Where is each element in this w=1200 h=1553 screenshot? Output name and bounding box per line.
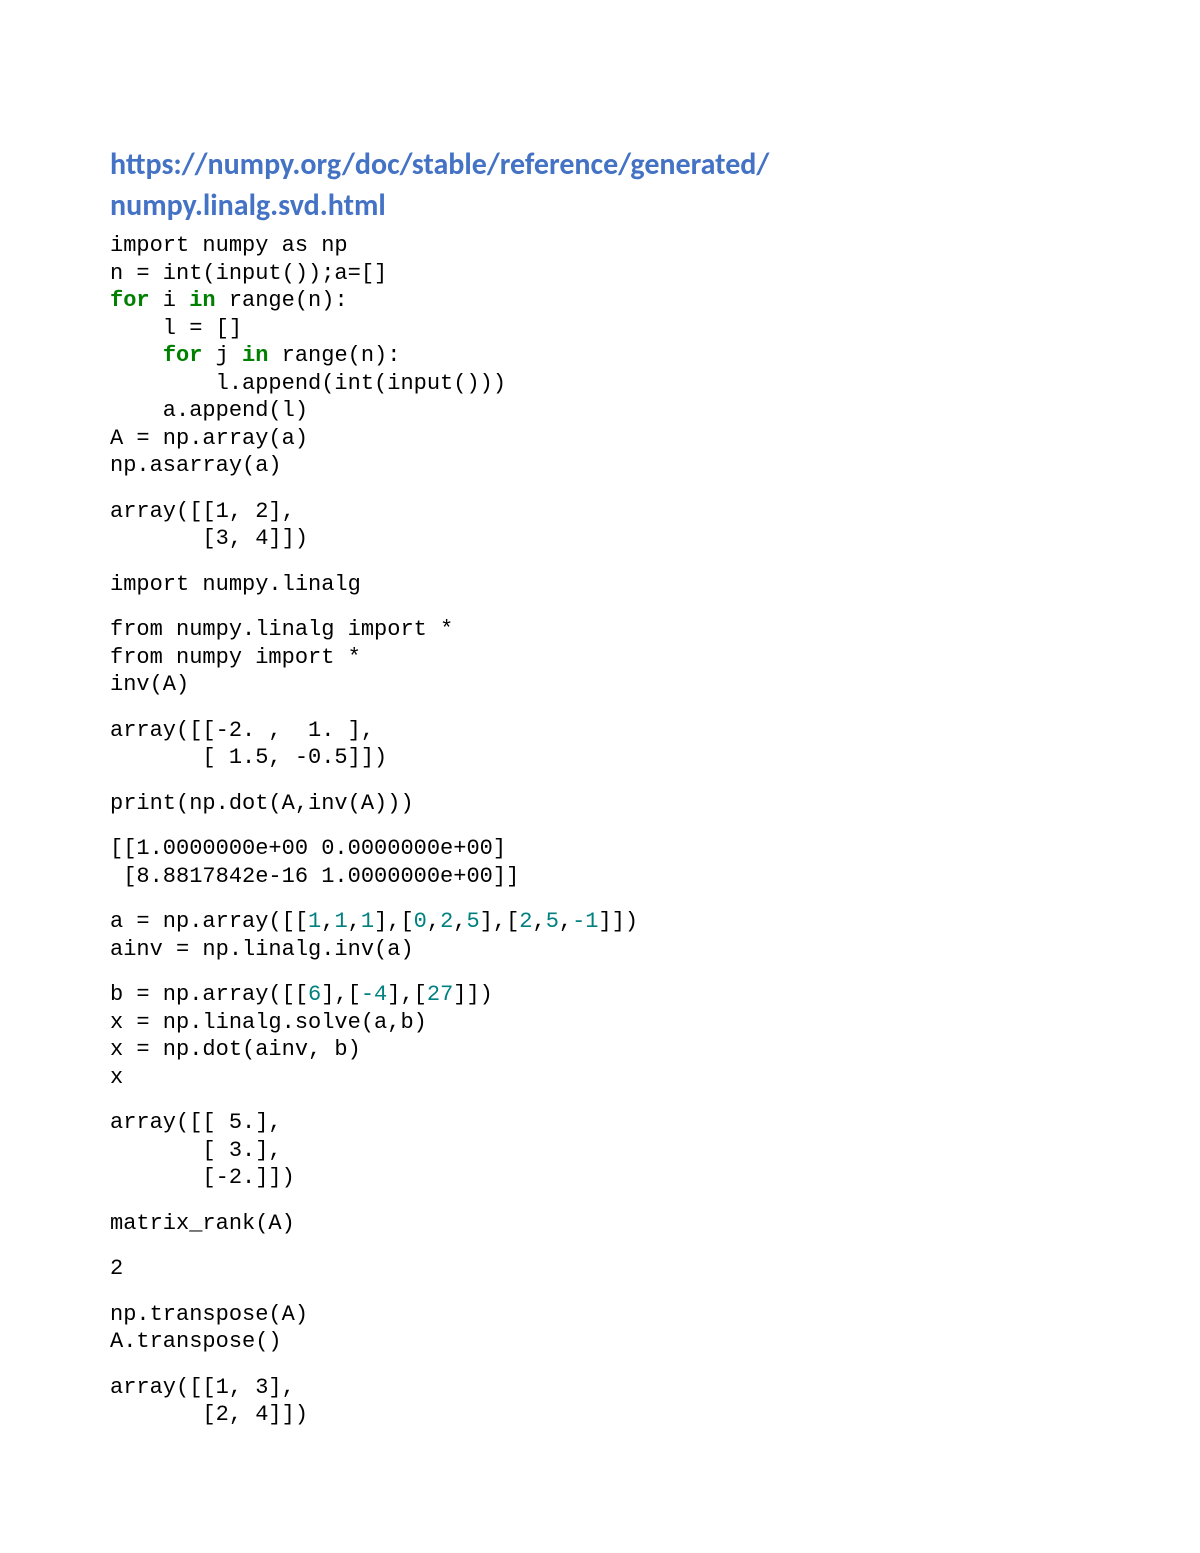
code-line: x = np.dot(ainv, b) [110,1037,361,1062]
code-line: l = [] [110,316,242,341]
code-line: [3, 4]]) [110,526,308,551]
heading-link[interactable]: https://numpy.org/doc/stable/reference/g… [110,145,1090,226]
code-line: matrix_rank(A) [110,1211,295,1236]
code-line: import numpy as np [110,233,348,258]
number: 27 [427,982,453,1007]
code-text: ],[ [480,909,520,934]
code-line: np.transpose(A) [110,1302,308,1327]
code-line: x = np.linalg.solve(a,b) [110,1010,427,1035]
code-text: ],[ [374,909,414,934]
link-line-2: numpy.linalg.svd.html [110,187,386,224]
code-block-5: a = np.array([[1,1,1],[0,2,5],[2,5,-1]])… [110,908,1090,963]
code-block-1: import numpy as np n = int(input());a=[]… [110,232,1090,480]
code-output-4: array([[ 5.], [ 3.], [-2.]]) [110,1109,1090,1192]
number: 1 [308,909,321,934]
code-line: array([[1, 3], [110,1375,295,1400]
code-block-2: import numpy.linalg [110,571,1090,599]
code-line: [-2.]]) [110,1165,295,1190]
code-text: a = np.array([[ [110,909,308,934]
code-block-6: b = np.array([[6],[-4],[27]]) x = np.lin… [110,981,1090,1091]
number: 1 [334,909,347,934]
code-line: A = np.array(a) [110,426,308,451]
number: 0 [414,909,427,934]
code-text [110,343,163,368]
code-line: array([[1, 2], [110,499,295,524]
keyword: in [242,343,268,368]
code-block-8: np.transpose(A) A.transpose() [110,1301,1090,1356]
code-text: b = np.array([[ [110,982,308,1007]
code-line: print(np.dot(A,inv(A))) [110,791,414,816]
number: 5 [466,909,479,934]
code-line: import numpy.linalg [110,572,361,597]
code-line: from numpy import * [110,645,361,670]
number: 2 [440,909,453,934]
keyword: for [163,343,203,368]
code-output-5: 2 [110,1255,1090,1283]
keyword: in [189,288,215,313]
code-block-4: print(np.dot(A,inv(A))) [110,790,1090,818]
code-line: ainv = np.linalg.inv(a) [110,937,414,962]
code-line: x [110,1065,123,1090]
code-line: [ 3.], [110,1138,282,1163]
code-text: , [453,909,466,934]
code-line: array([[ 5.], [110,1110,282,1135]
code-line: inv(A) [110,672,189,697]
code-text: range(n): [268,343,400,368]
code-line: [8.8817842e-16 1.0000000e+00]] [110,864,519,889]
code-text: , [533,909,546,934]
code-text: i [150,288,190,313]
code-text: , [559,909,572,934]
code-block-7: matrix_rank(A) [110,1210,1090,1238]
code-line: l.append(int(input())) [110,371,506,396]
code-line: A.transpose() [110,1329,282,1354]
code-text: j [202,343,242,368]
code-output-1: array([[1, 2], [3, 4]]) [110,498,1090,553]
document-page: https://numpy.org/doc/stable/reference/g… [0,0,1200,1553]
number: -4 [361,982,387,1007]
code-line: n = int(input());a=[] [110,261,387,286]
code-text: ]]) [453,982,493,1007]
code-text: ]]) [599,909,639,934]
number: -1 [572,909,598,934]
link-line-1: https://numpy.org/doc/stable/reference/g… [110,146,769,183]
code-output-3: [[1.0000000e+00 0.0000000e+00] [8.881784… [110,835,1090,890]
code-line: np.asarray(a) [110,453,282,478]
number: 6 [308,982,321,1007]
number: 1 [361,909,374,934]
code-line: from numpy.linalg import * [110,617,453,642]
code-text: , [321,909,334,934]
code-text: ],[ [321,982,361,1007]
code-line: [[1.0000000e+00 0.0000000e+00] [110,836,506,861]
code-line: 2 [110,1256,123,1281]
code-text: , [427,909,440,934]
code-line: a.append(l) [110,398,308,423]
keyword: for [110,288,150,313]
number: 5 [546,909,559,934]
code-output-2: array([[-2. , 1. ], [ 1.5, -0.5]]) [110,717,1090,772]
code-text: ],[ [387,982,427,1007]
number: 2 [519,909,532,934]
code-block-3: from numpy.linalg import * from numpy im… [110,616,1090,699]
code-line: [2, 4]]) [110,1402,308,1427]
code-line: [ 1.5, -0.5]]) [110,745,387,770]
code-text: range(n): [216,288,348,313]
code-output-6: array([[1, 3], [2, 4]]) [110,1374,1090,1429]
code-line: array([[-2. , 1. ], [110,718,374,743]
code-text: , [348,909,361,934]
